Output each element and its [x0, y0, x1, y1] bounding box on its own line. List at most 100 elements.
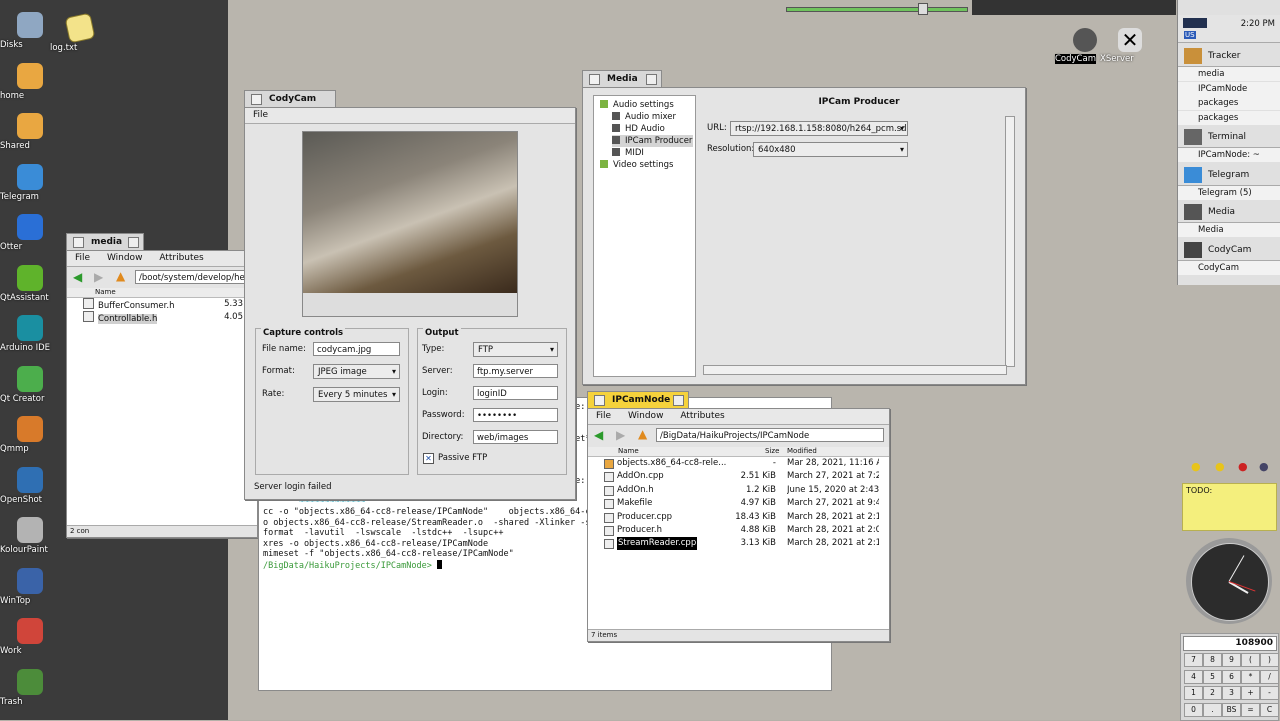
desktop-icon-shared-folder[interactable]: Shared: [0, 113, 60, 151]
deskbar-window-item[interactable]: packages: [1178, 110, 1280, 125]
file-row[interactable]: AddOn.h1.2 KiBJune 15, 2020 at 2:43 PM: [588, 484, 889, 497]
desktop-icon-qtassistant[interactable]: QtAssistant: [0, 264, 60, 303]
calculator-key[interactable]: 7: [1184, 653, 1203, 667]
desktop-icon-qtcreator[interactable]: Qt Creator: [0, 365, 60, 404]
forward-arrow-icon[interactable]: ▶: [616, 428, 625, 442]
directory-input[interactable]: web/images: [473, 430, 558, 444]
desktop-icon-arduino[interactable]: Arduino IDE: [0, 315, 60, 353]
menu-window[interactable]: Window: [107, 253, 143, 263]
file-row[interactable]: AddOn.cpp2.51 KiBMarch 27, 2021 at 7:21 …: [588, 470, 889, 483]
list-item[interactable]: BufferConsumer.h 5.33: [83, 298, 243, 311]
ladybug-icon[interactable]: ●: [1238, 460, 1248, 473]
close-icon[interactable]: [251, 94, 262, 105]
clock[interactable]: 2:20 PM: [1241, 19, 1275, 29]
login-input[interactable]: loginID: [473, 386, 558, 400]
close-icon[interactable]: [594, 395, 605, 406]
zoom-icon[interactable]: [673, 395, 684, 406]
calculator-key[interactable]: ): [1260, 653, 1279, 667]
resolution-dropdown[interactable]: 640x480: [753, 142, 908, 157]
media-prefs-window-tab[interactable]: Media: [582, 70, 662, 87]
tree-item[interactable]: MIDI: [612, 147, 644, 159]
rate-dropdown[interactable]: Every 5 minutes: [313, 387, 400, 402]
tree-item[interactable]: IPCam Producer: [612, 135, 693, 147]
calculator-key[interactable]: 8: [1203, 653, 1222, 667]
desktop-icon-openshot[interactable]: OpenShot: [0, 466, 60, 505]
vertical-scrollbar[interactable]: [1005, 116, 1015, 367]
deskbar-window-item[interactable]: CodyCam: [1178, 260, 1280, 275]
file-row[interactable]: Producer.cpp 18.43 KiB March 28, 2021 at 2…: [588, 511, 889, 524]
zoom-icon[interactable]: [128, 237, 139, 248]
menu-file[interactable]: File: [75, 253, 90, 263]
path-field[interactable]: /BigData/HaikuProjects/IPCamNode: [656, 428, 884, 442]
file-name-input[interactable]: codycam.jpg: [313, 342, 400, 356]
column-header-modified[interactable]: Modified: [787, 447, 817, 456]
calculator-key[interactable]: +: [1241, 686, 1260, 700]
file-row[interactable]: Makefile4.97 KiBMarch 27, 2021 at 9:40 P: [588, 497, 889, 510]
password-input[interactable]: ••••••••: [473, 408, 558, 422]
bulb-icon[interactable]: ●: [1191, 460, 1201, 473]
calculator-key[interactable]: =: [1241, 702, 1260, 717]
keymap-indicator[interactable]: US: [1184, 31, 1196, 39]
codycam-window-tab[interactable]: CodyCam: [244, 90, 336, 107]
file-row[interactable]: Producer.h4.88 KiBMarch 28, 2021 at 2:08…: [588, 524, 889, 537]
deskbar-window-item[interactable]: IPCamNode: [1178, 81, 1280, 96]
calculator-key[interactable]: 4: [1184, 669, 1203, 684]
path-field[interactable]: /boot/system/develop/heade: [135, 270, 257, 284]
network-icon[interactable]: ●: [1259, 460, 1269, 473]
up-arrow-icon[interactable]: ▲: [638, 427, 647, 441]
media-window-tab[interactable]: media: [66, 233, 144, 250]
url-dropdown[interactable]: rtsp://192.168.1.158:8080/h264_pcm.sdp: [730, 121, 908, 136]
file-row[interactable]: StreamReader.cpp 3.13 KiB March 28, 2021 a…: [588, 537, 889, 551]
desktop-icon-qmmp[interactable]: Qmmp: [0, 416, 60, 454]
zoom-icon[interactable]: [646, 74, 657, 85]
menu-attributes[interactable]: Attributes: [680, 411, 724, 421]
close-icon[interactable]: [73, 237, 84, 248]
horizontal-scrollbar[interactable]: [703, 365, 1007, 375]
deskbar-app-codycam[interactable]: CodyCam: [1178, 239, 1280, 261]
deskbar-window-item[interactable]: Media: [1178, 223, 1280, 237]
calculator-key[interactable]: 3: [1222, 686, 1241, 700]
menu-window[interactable]: Window: [628, 411, 664, 421]
column-header-name[interactable]: Name: [618, 447, 639, 456]
close-icon[interactable]: [589, 74, 600, 85]
tree-item[interactable]: HD Audio: [612, 123, 665, 135]
calculator-key[interactable]: BS: [1222, 702, 1241, 717]
calculator-key[interactable]: 0: [1184, 702, 1203, 717]
column-header-name[interactable]: Name: [67, 288, 257, 298]
menu-attributes[interactable]: Attributes: [159, 253, 203, 263]
back-arrow-icon[interactable]: ◀: [73, 270, 82, 284]
file-row[interactable]: objects.x86_64-cc8-rele... - Mar 28, 2021,…: [588, 457, 889, 470]
desktop-icon-telegram[interactable]: Telegram: [0, 163, 60, 202]
ipcamnode-window-tab[interactable]: IPCamNode: [587, 391, 689, 408]
workspace-switcher[interactable]: [972, 0, 1176, 15]
deskbar-window-item[interactable]: IPCamNode: ~: [1178, 148, 1280, 162]
deskbar-window-item[interactable]: media: [1178, 67, 1280, 81]
tree-item[interactable]: Audio mixer: [612, 111, 676, 123]
deskbar-window-item[interactable]: Telegram (5): [1178, 185, 1280, 200]
passive-ftp-checkbox[interactable]: ✕: [423, 453, 434, 464]
list-item-selected[interactable]: Controllable.h 4.05: [83, 311, 243, 324]
desktop-icon-kolourpaint[interactable]: KolourPaint: [0, 517, 60, 555]
deskbar-app-telegram[interactable]: Telegram: [1178, 164, 1280, 186]
format-dropdown[interactable]: JPEG image: [313, 364, 400, 379]
calculator-key[interactable]: 9: [1222, 653, 1241, 667]
sticky-note[interactable]: TODO:: [1182, 483, 1277, 531]
log-file-icon[interactable]: log.txt: [50, 12, 110, 53]
deskbar-window-item[interactable]: packages: [1178, 96, 1280, 110]
calculator-key[interactable]: 5: [1203, 669, 1222, 684]
column-header-size[interactable]: Size: [765, 447, 779, 456]
xserver-desktop-icon[interactable]: ✕ XServer: [1100, 28, 1160, 64]
calculator-key[interactable]: (: [1241, 653, 1260, 667]
desktop-icon-otter[interactable]: Otter: [0, 214, 60, 252]
back-arrow-icon[interactable]: ◀: [594, 428, 603, 442]
type-dropdown[interactable]: FTP: [473, 342, 558, 357]
calculator-key[interactable]: -: [1260, 686, 1279, 700]
deskbar-app-media[interactable]: Media: [1178, 202, 1280, 223]
desktop-icon-trash[interactable]: Trash: [0, 668, 60, 707]
volume-slider-track[interactable]: [786, 7, 968, 12]
calculator-key[interactable]: C: [1260, 702, 1279, 717]
desktop-icon-wintop[interactable]: WinTop: [0, 567, 60, 606]
volume-slider-knob[interactable]: [918, 3, 928, 15]
calculator-key[interactable]: 6: [1222, 669, 1241, 684]
calculator-key[interactable]: .: [1203, 702, 1222, 717]
